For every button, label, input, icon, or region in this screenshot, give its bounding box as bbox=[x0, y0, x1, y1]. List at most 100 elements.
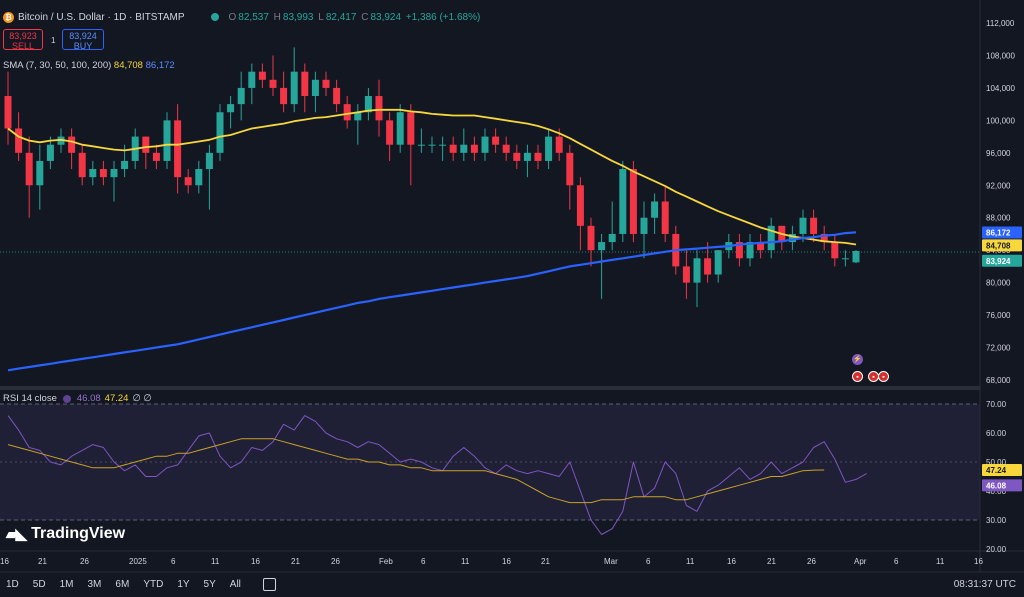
lightning-icon[interactable]: ⚡ bbox=[852, 354, 863, 365]
candle[interactable] bbox=[460, 144, 468, 153]
candle[interactable] bbox=[258, 71, 266, 80]
rsi-settings-icon[interactable] bbox=[62, 394, 71, 403]
candle[interactable] bbox=[439, 144, 447, 146]
candle[interactable] bbox=[184, 177, 192, 186]
candle[interactable] bbox=[810, 217, 818, 234]
bottom-toolbar: 1D 5D 1M 3M 6M YTD 1Y 5Y All 08:31:37 UTC bbox=[0, 572, 1024, 597]
candle[interactable] bbox=[68, 136, 76, 153]
timeframe-6m-button[interactable]: 6M bbox=[115, 579, 129, 590]
candle[interactable] bbox=[587, 225, 595, 251]
candle[interactable] bbox=[237, 87, 245, 105]
candle[interactable] bbox=[311, 79, 319, 97]
candle[interactable] bbox=[248, 71, 256, 88]
candle[interactable] bbox=[121, 160, 129, 170]
candle[interactable] bbox=[608, 233, 616, 243]
sell-button[interactable]: 83,923 SELL bbox=[3, 29, 43, 51]
candle[interactable] bbox=[386, 120, 394, 145]
candle[interactable] bbox=[831, 242, 839, 259]
candle[interactable] bbox=[714, 250, 722, 275]
candle[interactable] bbox=[513, 152, 521, 161]
candle[interactable] bbox=[333, 87, 341, 105]
rsi-label: RSI 14 close bbox=[3, 393, 57, 404]
candle[interactable] bbox=[205, 152, 213, 170]
calendar-icon[interactable] bbox=[262, 578, 276, 591]
candle[interactable] bbox=[15, 128, 23, 153]
timeframe-all-button[interactable]: All bbox=[230, 579, 241, 590]
timeframe-5d-button[interactable]: 5D bbox=[33, 579, 46, 590]
candle[interactable] bbox=[523, 152, 531, 161]
candle[interactable] bbox=[841, 258, 849, 260]
candle[interactable] bbox=[852, 250, 860, 263]
time-tick-label: 11 bbox=[936, 557, 945, 566]
candle[interactable] bbox=[682, 266, 690, 283]
rsi-value: 46.08 bbox=[76, 393, 101, 404]
timeframe-1d-button[interactable]: 1D bbox=[6, 579, 19, 590]
candle[interactable] bbox=[195, 169, 203, 186]
candle[interactable] bbox=[46, 144, 54, 161]
candle[interactable] bbox=[555, 136, 563, 153]
candle[interactable] bbox=[545, 136, 553, 161]
low-value: 82,417 bbox=[325, 11, 357, 23]
candle[interactable] bbox=[566, 152, 574, 186]
timeframe-ytd-button[interactable]: YTD bbox=[143, 579, 163, 590]
candle[interactable] bbox=[36, 160, 44, 186]
time-tick-label: 16 bbox=[251, 557, 260, 566]
candle[interactable] bbox=[227, 104, 235, 113]
chart-canvas[interactable]: 112,000 108,000 104,000 100,000 96,000 92,000… bbox=[0, 0, 1024, 597]
candle[interactable] bbox=[174, 120, 182, 178]
candle[interactable] bbox=[661, 201, 669, 234]
candle[interactable] bbox=[598, 242, 606, 251]
candle[interactable] bbox=[629, 169, 637, 234]
candle[interactable] bbox=[4, 96, 12, 129]
symbol-title[interactable]: Bitcoin / U.S. Dollar · 1D · BITSTAMP bbox=[18, 12, 185, 23]
candle[interactable] bbox=[502, 144, 510, 153]
candle[interactable] bbox=[619, 169, 627, 234]
candle[interactable] bbox=[492, 136, 500, 145]
candle[interactable] bbox=[799, 217, 807, 234]
candle[interactable] bbox=[693, 258, 701, 283]
us-flag-icon[interactable]: ▪ bbox=[878, 371, 889, 382]
timeframe-1y-button[interactable]: 1Y bbox=[177, 579, 189, 590]
rsi-tick-label: 20.00 bbox=[986, 545, 1007, 554]
candle[interactable] bbox=[25, 152, 33, 186]
candle[interactable] bbox=[290, 71, 298, 105]
buy-button[interactable]: 83,924 BUY bbox=[62, 29, 104, 51]
candle[interactable] bbox=[78, 152, 86, 178]
candle[interactable] bbox=[449, 144, 457, 153]
candle[interactable] bbox=[152, 152, 160, 161]
time-tick-label: 21 bbox=[291, 557, 300, 566]
candle[interactable] bbox=[301, 71, 309, 97]
candle[interactable] bbox=[110, 169, 118, 178]
candle[interactable] bbox=[343, 104, 351, 121]
us-flag-icon[interactable]: ▪ bbox=[852, 371, 863, 382]
candle[interactable] bbox=[534, 152, 542, 161]
candle[interactable] bbox=[99, 169, 107, 178]
candle[interactable] bbox=[142, 136, 150, 153]
timeframe-1m-button[interactable]: 1M bbox=[60, 579, 74, 590]
candle[interactable] bbox=[428, 144, 436, 146]
candle[interactable] bbox=[280, 87, 288, 105]
candle[interactable] bbox=[481, 136, 489, 153]
candle[interactable] bbox=[216, 112, 224, 153]
candle[interactable] bbox=[470, 144, 478, 153]
candle[interactable] bbox=[407, 112, 415, 145]
candle[interactable] bbox=[576, 185, 584, 226]
candle[interactable] bbox=[651, 201, 659, 218]
candle[interactable] bbox=[89, 169, 97, 178]
timeframe-5y-button[interactable]: 5Y bbox=[204, 579, 216, 590]
candle[interactable] bbox=[322, 79, 330, 88]
pane-separator[interactable] bbox=[0, 386, 980, 390]
time-tick-label: 26 bbox=[80, 557, 89, 566]
clock[interactable]: 08:31:37 UTC bbox=[954, 579, 1016, 590]
candle[interactable] bbox=[417, 144, 425, 146]
candle[interactable] bbox=[396, 112, 404, 145]
candle[interactable] bbox=[640, 217, 648, 234]
candle[interactable] bbox=[269, 79, 277, 88]
timeframe-3m-button[interactable]: 3M bbox=[88, 579, 102, 590]
sma-legend[interactable]: SMA (7, 30, 50, 100, 200) 84,708 86,172 bbox=[3, 60, 175, 71]
time-tick-label: 6 bbox=[171, 557, 176, 566]
candle[interactable] bbox=[163, 120, 171, 161]
candle[interactable] bbox=[375, 96, 383, 121]
candle[interactable] bbox=[704, 258, 712, 275]
rsi-legend[interactable]: RSI 14 close 46.08 47.24 ∅ ∅ bbox=[3, 393, 152, 404]
